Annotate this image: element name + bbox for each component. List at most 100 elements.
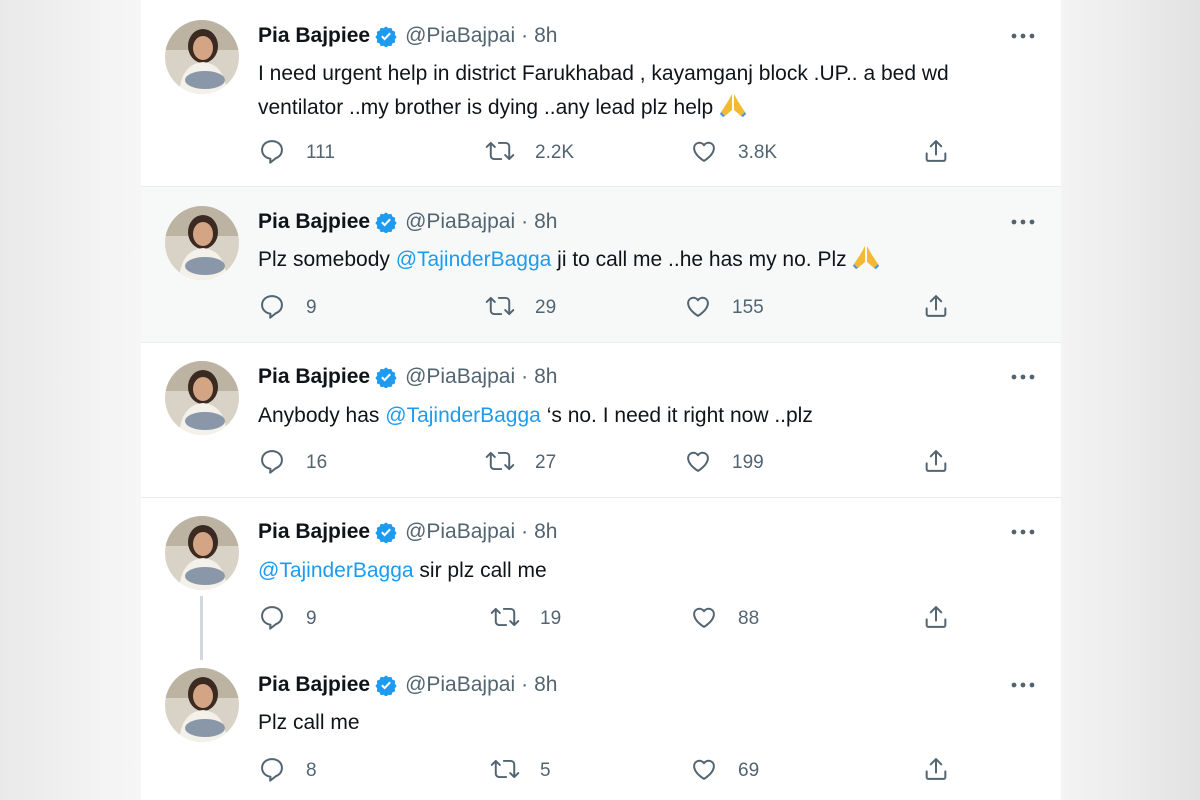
tweet-actions: 9 29 155 — [258, 293, 1048, 323]
avatar[interactable] — [165, 20, 239, 94]
like-icon — [690, 603, 718, 636]
retweet-icon — [490, 603, 520, 636]
separator-dot: · — [521, 365, 529, 388]
like-button[interactable]: 69 — [690, 756, 759, 786]
mention-link[interactable]: @TajinderBagga — [385, 404, 541, 427]
tweet-timestamp[interactable]: 8h — [534, 520, 557, 544]
more-icon[interactable] — [1009, 675, 1037, 695]
retweet-count: 27 — [535, 452, 557, 473]
retweet-count: 29 — [535, 297, 557, 318]
reply-button[interactable]: 9 — [258, 293, 317, 323]
reply-count: 8 — [306, 760, 317, 781]
like-button[interactable]: 199 — [684, 448, 764, 478]
tweet-text-segment: Anybody has — [258, 404, 386, 427]
share-button[interactable] — [922, 448, 950, 478]
retweet-count: 19 — [540, 608, 562, 629]
like-button[interactable]: 155 — [684, 293, 764, 323]
avatar[interactable] — [165, 668, 239, 742]
reply-icon — [258, 447, 286, 480]
tweet-header: Pia Bajpiee @PiaBajpai · 8h — [258, 673, 557, 697]
retweet-icon — [490, 755, 520, 788]
like-count: 69 — [738, 760, 760, 781]
folded-hands-emoji — [852, 244, 880, 281]
like-count: 199 — [732, 452, 764, 473]
separator-dot: · — [521, 673, 529, 696]
tweet-feed: Pia Bajpiee @PiaBajpai · 8h I need urgen… — [141, 0, 1061, 800]
reply-button[interactable]: 16 — [258, 448, 327, 478]
user-handle[interactable]: @PiaBajpai — [405, 24, 515, 48]
thread-connector — [200, 596, 203, 662]
like-icon — [690, 137, 718, 170]
mention-link[interactable]: @TajinderBagga — [258, 559, 414, 582]
tweet-header: Pia Bajpiee @PiaBajpai · 8h — [258, 210, 557, 234]
tweet-1[interactable]: Pia Bajpiee @PiaBajpai · 8h I need urgen… — [141, 0, 1061, 186]
retweet-icon — [485, 447, 515, 480]
reply-button[interactable]: 9 — [258, 604, 317, 634]
display-name[interactable]: Pia Bajpiee — [258, 24, 370, 48]
avatar[interactable] — [165, 516, 239, 590]
reply-button[interactable]: 8 — [258, 756, 317, 786]
reply-count: 9 — [306, 297, 317, 318]
more-icon[interactable] — [1009, 212, 1037, 232]
tweet-timestamp[interactable]: 8h — [534, 24, 557, 48]
user-handle[interactable]: @PiaBajpai — [405, 365, 515, 389]
tweet-timestamp[interactable]: 8h — [534, 673, 557, 697]
tweet-timestamp[interactable]: 8h — [534, 365, 557, 389]
like-count: 155 — [732, 297, 764, 318]
share-button[interactable] — [922, 756, 950, 786]
share-button[interactable] — [922, 293, 950, 323]
user-handle[interactable]: @PiaBajpai — [405, 210, 515, 234]
share-button[interactable] — [922, 138, 950, 168]
separator-dot: · — [521, 210, 529, 233]
tweet-timestamp[interactable]: 8h — [534, 210, 557, 234]
folded-hands-emoji — [719, 92, 747, 129]
retweet-count: 2.2K — [535, 142, 575, 163]
tweet-header: Pia Bajpiee @PiaBajpai · 8h — [258, 520, 557, 544]
more-icon[interactable] — [1009, 522, 1037, 542]
user-handle[interactable]: @PiaBajpai — [405, 520, 515, 544]
share-icon — [922, 292, 950, 325]
tweet-text-segment: sir plz call me — [413, 559, 547, 582]
like-icon — [690, 755, 718, 788]
like-button[interactable]: 3.8K — [690, 138, 777, 168]
verified-badge-icon — [375, 366, 397, 388]
display-name[interactable]: Pia Bajpiee — [258, 365, 370, 389]
display-name[interactable]: Pia Bajpiee — [258, 520, 370, 544]
share-icon — [922, 755, 950, 788]
retweet-button[interactable]: 5 — [490, 756, 551, 786]
retweet-icon — [485, 292, 515, 325]
like-button[interactable]: 88 — [690, 604, 759, 634]
retweet-button[interactable]: 19 — [490, 604, 561, 634]
tweet-text-segment: ji to call me ..he has my no. Plz — [551, 248, 847, 271]
tweet-text: I need urgent help in district Farukhaba… — [258, 57, 1038, 129]
reply-icon — [258, 292, 286, 325]
retweet-button[interactable]: 27 — [485, 448, 556, 478]
avatar[interactable] — [165, 206, 239, 280]
mention-link[interactable]: @TajinderBagga — [396, 248, 552, 271]
display-name[interactable]: Pia Bajpiee — [258, 210, 370, 234]
share-icon — [922, 447, 950, 480]
tweet-text: Anybody has @TajinderBagga ‘s no. I need… — [258, 399, 1038, 433]
reply-icon — [258, 755, 286, 788]
user-handle[interactable]: @PiaBajpai — [405, 673, 515, 697]
reply-button[interactable]: 111 — [258, 138, 335, 168]
more-icon[interactable] — [1009, 26, 1037, 46]
tweet-5[interactable]: Pia Bajpiee @PiaBajpai · 8h Plz call me … — [141, 660, 1061, 800]
share-button[interactable] — [922, 604, 950, 634]
tweet-text: Plz call me — [258, 706, 1038, 740]
retweet-count: 5 — [540, 760, 551, 781]
tweet-text: Plz somebody @TajinderBagga ji to call m… — [258, 243, 1038, 281]
display-name[interactable]: Pia Bajpiee — [258, 673, 370, 697]
more-icon[interactable] — [1009, 367, 1037, 387]
tweet-actions: 8 5 69 — [258, 756, 1048, 786]
reply-icon — [258, 137, 286, 170]
retweet-button[interactable]: 2.2K — [485, 138, 574, 168]
verified-badge-icon — [375, 211, 397, 233]
retweet-button[interactable]: 29 — [485, 293, 556, 323]
tweet-4[interactable]: Pia Bajpiee @PiaBajpai · 8h @TajinderBag… — [141, 498, 1061, 648]
tweet-actions: 16 27 199 — [258, 448, 1048, 478]
avatar[interactable] — [165, 361, 239, 435]
tweet-text-segment: ‘s no. I need it right now ..plz — [540, 404, 813, 427]
tweet-3[interactable]: Pia Bajpiee @PiaBajpai · 8h Anybody has … — [141, 343, 1061, 497]
tweet-2[interactable]: Pia Bajpiee @PiaBajpai · 8h Plz somebody… — [141, 187, 1061, 342]
